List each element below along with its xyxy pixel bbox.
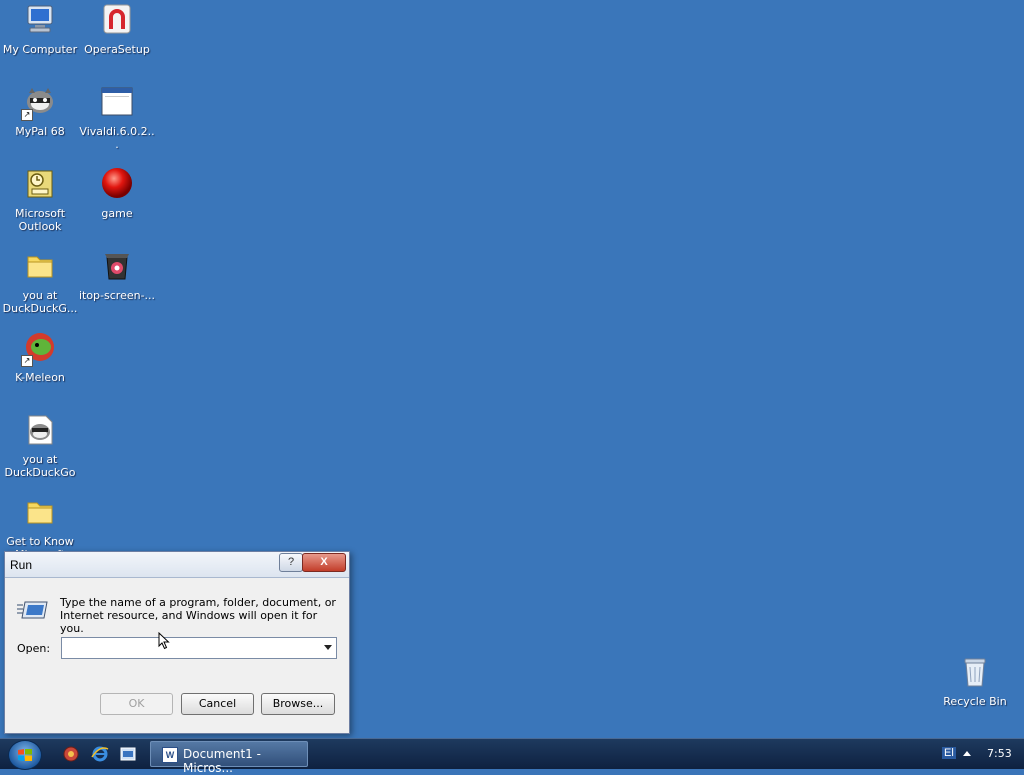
installer-icon [100,249,134,283]
ok-button[interactable]: OK [100,693,173,715]
language-indicator[interactable]: El [942,747,956,759]
desktop-icon-label: OperaSetup [84,43,150,56]
chevron-down-icon[interactable] [324,645,332,650]
desktop-icon-label: K-Meleon [15,371,65,384]
show-desktop-icon[interactable] [119,745,137,763]
desktop-icon-duckduckgo[interactable]: you at DuckDuckGo [1,413,79,479]
desktop-icon-label: Vivaldi.6.0.2... [79,125,155,151]
desktop-icon-mypal[interactable]: ↗ MyPal 68 [1,85,79,138]
desktop-icon-my-computer[interactable]: My Computer [1,3,79,56]
desktop-icon-get-to-know[interactable]: Get to Know Microsoft [1,495,79,551]
desktop-icon-label: game [101,207,133,220]
desktop-icon-kmeleon[interactable]: ↗ K-Meleon [1,331,79,384]
outlook-icon [23,167,57,201]
run-icon [16,599,49,621]
shortcut-arrow-icon: ↗ [21,355,33,367]
window-app-icon [100,85,134,119]
run-description: Type the name of a program, folder, docu… [60,596,336,635]
open-label: Open: [17,642,51,655]
run-dialog-titlebar[interactable]: Run ? X [5,552,349,578]
desktop-icon-label: My Computer [2,43,78,56]
recycle-bin-icon [958,655,992,689]
run-dialog: Run ? X Type the name of a program, fold… [4,551,350,734]
folder-icon [23,249,57,283]
mouse-cursor-icon [158,632,170,650]
desktop: My Computer OperaSetup ↗ MyPal 68 Vivald… [0,0,1024,738]
desktop-icon-itop[interactable]: itop-screen-... [78,249,156,302]
start-button[interactable] [8,740,42,770]
cancel-button[interactable]: Cancel [181,693,254,715]
shortcut-arrow-icon: ↗ [21,109,33,121]
raccoon-icon [23,413,57,447]
open-input[interactable] [62,639,318,657]
desktop-icon-operasetup[interactable]: OperaSetup [78,3,156,56]
desktop-icon-label: itop-screen-... [78,289,156,302]
desktop-icon-outlook[interactable]: Microsoft Outlook [1,167,79,233]
raccoon-icon: ↗ [21,85,57,121]
desktop-icon-label: Get to Know Microsoft [6,535,74,551]
close-button[interactable]: X [302,553,346,572]
desktop-icon-recycle-bin[interactable]: Recycle Bin [936,655,1014,708]
desktop-icon-folder-duckduckgo[interactable]: you at DuckDuckG... [1,249,79,315]
media-player-icon[interactable] [62,745,80,763]
desktop-icon-label: Microsoft Outlook [14,207,66,233]
windows-logo-icon [18,749,32,761]
desktop-icon-vivaldi[interactable]: Vivaldi.6.0.2... [78,85,156,151]
clock[interactable]: 7:53 [987,747,1012,760]
red-ball-icon [100,167,134,201]
run-dialog-title: Run [10,558,33,572]
desktop-icon-game[interactable]: game [78,167,156,220]
desktop-icon-label: you at DuckDuckGo [4,453,76,479]
taskbar-item-label: Document1 - Micros... [183,747,261,775]
taskbar: W Document1 - Micros... El 7:53 [0,738,1024,775]
taskbar-item-document1[interactable]: W Document1 - Micros... [150,741,308,775]
computer-icon [23,3,57,37]
kmeleon-icon: ↗ [21,331,57,367]
opera-icon [100,3,134,37]
open-combobox[interactable] [61,637,337,659]
help-button[interactable]: ? [279,553,303,572]
show-hidden-icons-icon[interactable] [963,751,971,756]
desktop-icon-label: Recycle Bin [943,695,1007,708]
internet-explorer-icon[interactable] [91,745,109,763]
desktop-icon-label: you at DuckDuckG... [2,289,78,315]
run-dialog-body: Type the name of a program, folder, docu… [5,578,349,733]
desktop-icon-label: MyPal 68 [15,125,65,138]
word-document-icon: W [162,747,178,763]
folder-icon [23,495,57,529]
browse-button[interactable]: Browse... [261,693,335,715]
